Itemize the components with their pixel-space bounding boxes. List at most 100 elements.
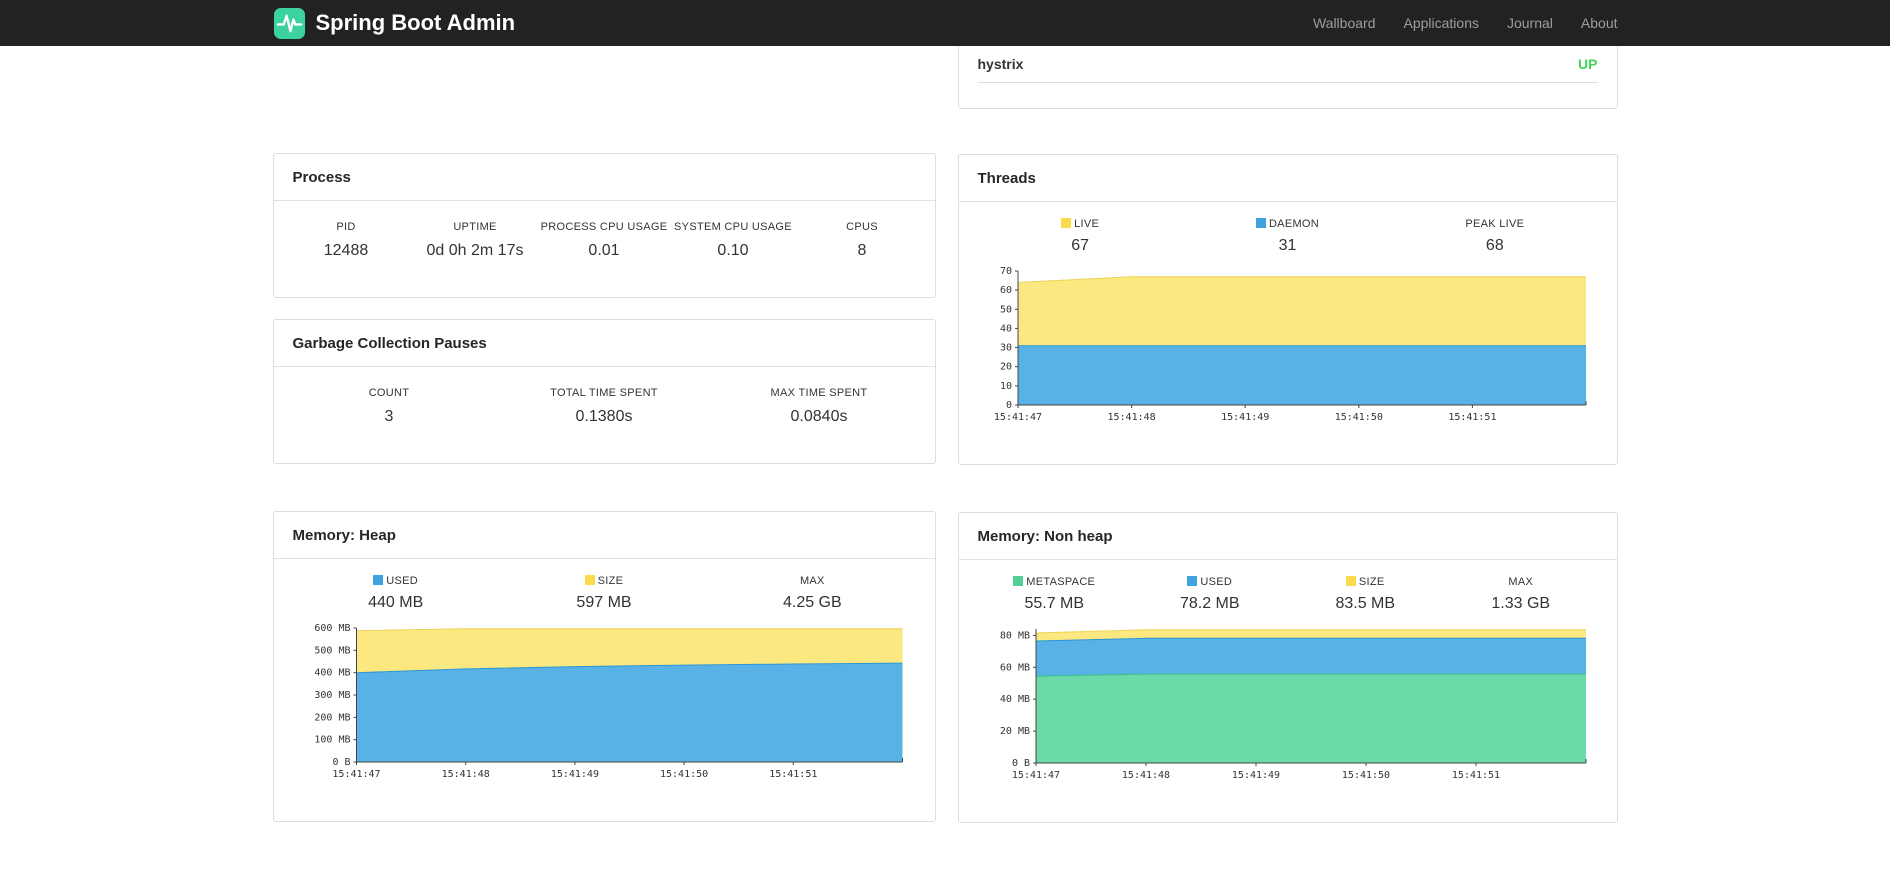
dashboard-content: Process PID 12488 UPTIME 0d 0h 2m 17s PR… (272, 46, 1618, 893)
legend-item-live: LIVE 67 (977, 218, 1184, 255)
svg-text:15:41:47: 15:41:47 (993, 412, 1041, 423)
left-column: Process PID 12488 UPTIME 0d 0h 2m 17s PR… (272, 153, 936, 823)
svg-text:15:41:48: 15:41:48 (1121, 770, 1169, 781)
legend-label: USED (1200, 576, 1233, 588)
svg-text:15:41:49: 15:41:49 (1221, 412, 1269, 423)
stat-gc-max-time: MAX TIME SPENT 0.0840s (712, 387, 927, 426)
svg-text:15:41:50: 15:41:50 (660, 769, 708, 780)
legend-item-size: SIZE 597 MB (500, 575, 708, 612)
svg-text:15:41:49: 15:41:49 (550, 769, 598, 780)
nav-link-about[interactable]: About (1581, 15, 1618, 31)
svg-text:15:41:51: 15:41:51 (1451, 770, 1499, 781)
stat-process-cpu: PROCESS CPU USAGE 0.01 (540, 221, 669, 260)
svg-text:40 MB: 40 MB (999, 694, 1029, 705)
svg-text:200 MB: 200 MB (314, 712, 350, 723)
svg-text:0 B: 0 B (332, 757, 350, 768)
svg-text:15:41:51: 15:41:51 (769, 769, 817, 780)
svg-text:10: 10 (999, 381, 1011, 392)
services-panel-bottom: hystrix UP (957, 46, 1618, 109)
svg-text:15:41:50: 15:41:50 (1341, 770, 1389, 781)
stat-value: 3 (384, 408, 394, 425)
svg-text:70: 70 (999, 266, 1011, 277)
svg-text:400 MB: 400 MB (314, 668, 350, 679)
threads-panel: Threads LIVE 67 DAEMON 31 PEAK LIVE 68 0… (957, 154, 1618, 465)
stat-label: PID (336, 221, 356, 233)
nav-link-wallboard[interactable]: Wallboard (1313, 15, 1376, 31)
live-swatch-icon (1061, 218, 1072, 228)
legend-item-used: USED 440 MB (292, 575, 500, 612)
threads-legend: LIVE 67 DAEMON 31 PEAK LIVE 68 (977, 218, 1599, 255)
stat-label: SYSTEM CPU USAGE (674, 221, 792, 233)
brand-link[interactable]: Spring Boot Admin (273, 7, 515, 40)
svg-text:15:41:49: 15:41:49 (1231, 770, 1279, 781)
main-nav: Wallboard Applications Journal About (1313, 15, 1618, 31)
threads-chart: 0 10 20 30 40 50 60 70 15:41:47 15:41:48 15:41:49 1… (993, 266, 1586, 423)
status-badge: UP (1578, 56, 1598, 72)
svg-text:50: 50 (999, 304, 1011, 315)
metaspace-swatch-icon (1013, 576, 1024, 586)
stat-label: UPTIME (453, 221, 497, 233)
nonheap-legend: METASPACE 55.7 MB USED 78.2 MB SIZE 83.5… (977, 576, 1599, 613)
legend-value: 440 MB (368, 594, 424, 611)
legend-label: SIZE (597, 575, 624, 587)
stat-value: 8 (857, 242, 867, 259)
stat-value: 0.1380s (575, 408, 633, 425)
daemon-swatch-icon (1255, 218, 1266, 228)
legend-label: SIZE (1358, 576, 1385, 588)
svg-text:40: 40 (999, 323, 1011, 334)
nav-link-applications[interactable]: Applications (1403, 15, 1479, 31)
stat-label: COUNT (368, 387, 410, 399)
legend-value: 4.25 GB (782, 594, 842, 611)
used-swatch-icon (1187, 576, 1198, 586)
svg-text:15:41:50: 15:41:50 (1334, 412, 1382, 423)
stat-value: 0d 0h 2m 17s (426, 242, 524, 259)
svg-text:0: 0 (1005, 400, 1011, 411)
svg-text:500 MB: 500 MB (314, 645, 350, 656)
svg-text:60: 60 (999, 285, 1011, 296)
legend-value: 67 (1071, 237, 1090, 254)
stat-label: TOTAL TIME SPENT (550, 387, 658, 399)
svg-text:15:41:51: 15:41:51 (1448, 412, 1496, 423)
threads-panel-title: Threads (958, 155, 1617, 202)
process-stats: PID 12488 UPTIME 0d 0h 2m 17s PROCESS CP… (274, 201, 935, 286)
svg-text:0 B: 0 B (1011, 758, 1029, 769)
legend-label: PEAK LIVE (1465, 218, 1525, 230)
stat-value: 0.10 (717, 242, 749, 259)
svg-text:30: 30 (999, 343, 1011, 354)
gc-panel: Garbage Collection Pauses COUNT 3 TOTAL … (272, 319, 936, 464)
memory-heap-panel-title: Memory: Heap (273, 512, 935, 559)
memory-heap-panel: Memory: Heap USED 440 MB SIZE 597 MB MAX… (272, 511, 936, 822)
svg-text:300 MB: 300 MB (314, 690, 350, 701)
svg-text:100 MB: 100 MB (314, 735, 350, 746)
top-navbar: Spring Boot Admin Wallboard Applications… (0, 0, 1890, 46)
legend-item-max: MAX 1.33 GB (1443, 576, 1599, 613)
stat-cpus: CPUS 8 (798, 221, 927, 260)
memory-nonheap-panel-title: Memory: Non heap (958, 513, 1617, 560)
legend-item-max: MAX 4.25 GB (708, 575, 916, 612)
memory-heap-chart: 0 B 100 MB 200 MB 300 MB 400 MB 500 MB 600 MB 1… (314, 623, 903, 780)
legend-value: 55.7 MB (1024, 595, 1085, 612)
svg-text:600 MB: 600 MB (314, 623, 350, 634)
legend-value: 597 MB (576, 594, 632, 611)
legend-item-daemon: DAEMON 31 (1184, 218, 1391, 255)
legend-value: 83.5 MB (1335, 595, 1396, 612)
legend-label: USED (386, 575, 419, 587)
stat-label: CPUS (846, 221, 878, 233)
legend-value: 68 (1485, 237, 1504, 254)
process-panel-title: Process (273, 154, 935, 201)
legend-value: 78.2 MB (1179, 595, 1240, 612)
right-column: hystrix UP Threads LIVE 67 DAEMON 31 PEA… (957, 46, 1618, 823)
legend-label: METASPACE (1026, 576, 1096, 588)
stat-system-cpu: SYSTEM CPU USAGE 0.10 (669, 221, 798, 260)
size-swatch-icon (1345, 576, 1356, 586)
svg-text:80 MB: 80 MB (999, 630, 1029, 641)
legend-item-size: SIZE 83.5 MB (1288, 576, 1444, 613)
memory-nonheap-panel: Memory: Non heap METASPACE 55.7 MB USED … (957, 512, 1618, 823)
stat-gc-total-time: TOTAL TIME SPENT 0.1380s (497, 387, 712, 426)
used-swatch-icon (373, 575, 384, 585)
heap-legend: USED 440 MB SIZE 597 MB MAX 4.25 GB (292, 575, 917, 612)
nav-link-journal[interactable]: Journal (1507, 15, 1553, 31)
process-panel: Process PID 12488 UPTIME 0d 0h 2m 17s PR… (272, 153, 936, 298)
stat-label: PROCESS CPU USAGE (540, 221, 668, 233)
svg-text:20: 20 (999, 362, 1011, 373)
